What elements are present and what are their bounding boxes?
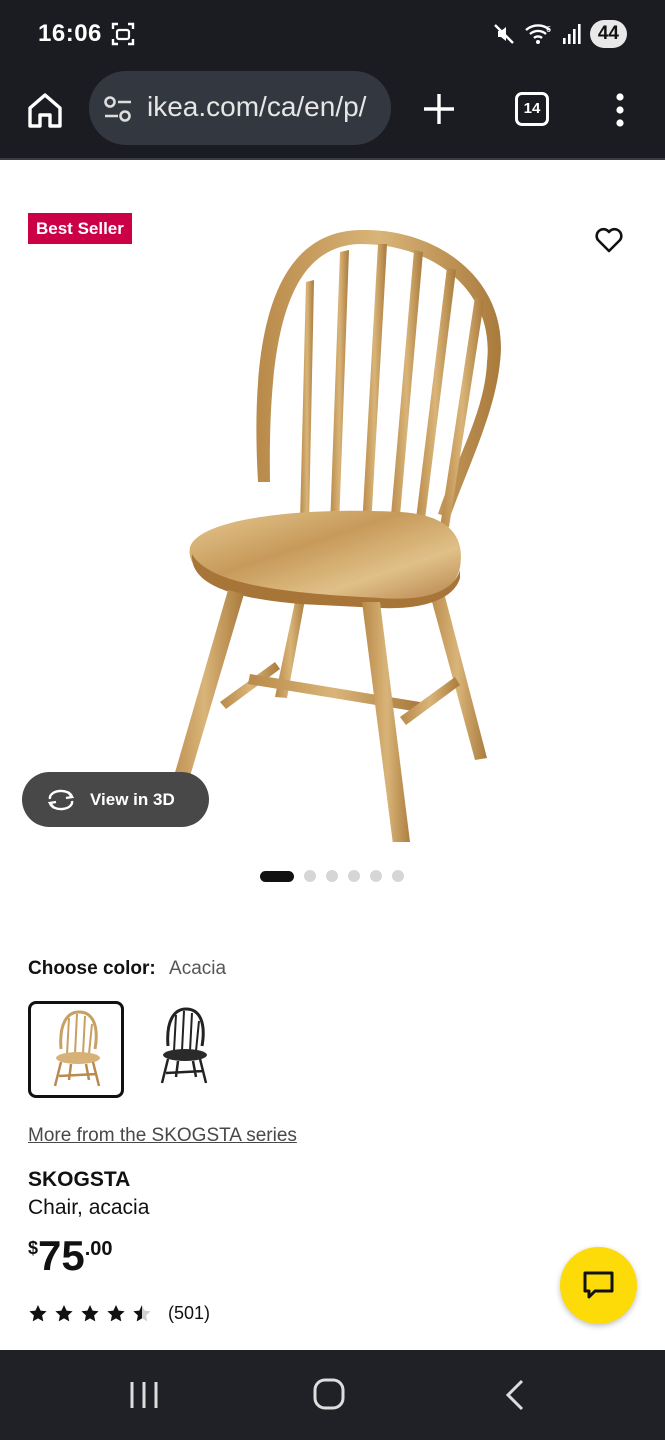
svg-text:6: 6: [546, 25, 551, 34]
system-nav-bar: [0, 1350, 665, 1440]
carousel-dot[interactable]: [348, 870, 360, 882]
price-currency: $: [28, 1238, 39, 1258]
best-seller-badge: Best Seller: [28, 213, 132, 244]
series-link[interactable]: More from the SKOGSTA series: [28, 1125, 297, 1147]
carousel-dot[interactable]: [370, 870, 382, 882]
review-count: (501): [168, 1303, 211, 1323]
price-decimals: .00: [84, 1238, 113, 1260]
home-icon[interactable]: [26, 90, 64, 130]
plus-icon[interactable]: [420, 90, 458, 128]
back-icon[interactable]: [500, 1378, 530, 1412]
screenshot-icon: [111, 22, 135, 46]
image-carousel-indicator: [260, 870, 404, 882]
chat-icon: [583, 1271, 614, 1299]
product-price: $ 75 .00: [28, 1234, 113, 1278]
selected-color-value: Acacia: [169, 958, 227, 979]
star-full-icon: [107, 1305, 125, 1322]
rotate-3d-icon: [47, 789, 75, 810]
star-half-icon: [133, 1305, 151, 1322]
acacia-chair-thumbnail: [53, 1010, 101, 1087]
color-swatch-black[interactable]: [135, 1001, 231, 1098]
status-time: 16:06: [38, 20, 102, 47]
star-full-icon: [55, 1305, 73, 1322]
star-full-icon: [29, 1305, 47, 1322]
mute-icon: [494, 24, 514, 44]
kebab-menu-icon[interactable]: [608, 90, 632, 130]
heart-icon[interactable]: [594, 226, 624, 254]
product-page: Best Seller View in 3D Choose color: Aca…: [0, 162, 665, 1350]
browser-toolbar: ikea.com/ca/en/p/ 14: [0, 70, 665, 160]
product-rating[interactable]: (501): [28, 1303, 210, 1324]
product-name: SKOGSTA: [28, 1168, 131, 1191]
choose-color-label: Choose color:: [28, 958, 156, 979]
recent-apps-icon[interactable]: [128, 1380, 160, 1410]
chat-button[interactable]: [560, 1247, 637, 1324]
carousel-dot[interactable]: [392, 870, 404, 882]
view-in-3d-button[interactable]: View in 3D: [22, 772, 209, 827]
color-swatch-acacia[interactable]: [28, 1001, 124, 1098]
product-image[interactable]: [150, 192, 530, 842]
address-bar[interactable]: ikea.com/ca/en/p/: [89, 71, 391, 145]
wifi-icon: 6: [525, 24, 551, 44]
home-nav-icon[interactable]: [312, 1377, 346, 1411]
tabs-button[interactable]: 14: [515, 92, 549, 126]
carousel-dot[interactable]: [304, 870, 316, 882]
carousel-dot[interactable]: [326, 870, 338, 882]
color-selector-heading: Choose color: Acacia: [28, 958, 226, 980]
product-description: Chair, acacia: [28, 1196, 150, 1219]
star-full-icon: [81, 1305, 99, 1322]
site-settings-icon[interactable]: [103, 95, 133, 123]
view-in-3d-label: View in 3D: [90, 789, 175, 809]
battery-level: 44: [589, 20, 627, 48]
black-chair-thumbnail: [160, 1007, 208, 1084]
status-icons: 6 44: [492, 20, 627, 48]
status-bar: 16:06 6 44: [0, 0, 665, 70]
signal-icon: [562, 24, 581, 44]
carousel-dot-active[interactable]: [260, 870, 294, 882]
url-text: ikea.com/ca/en/p/: [147, 91, 367, 122]
price-integer: 75: [38, 1232, 85, 1279]
